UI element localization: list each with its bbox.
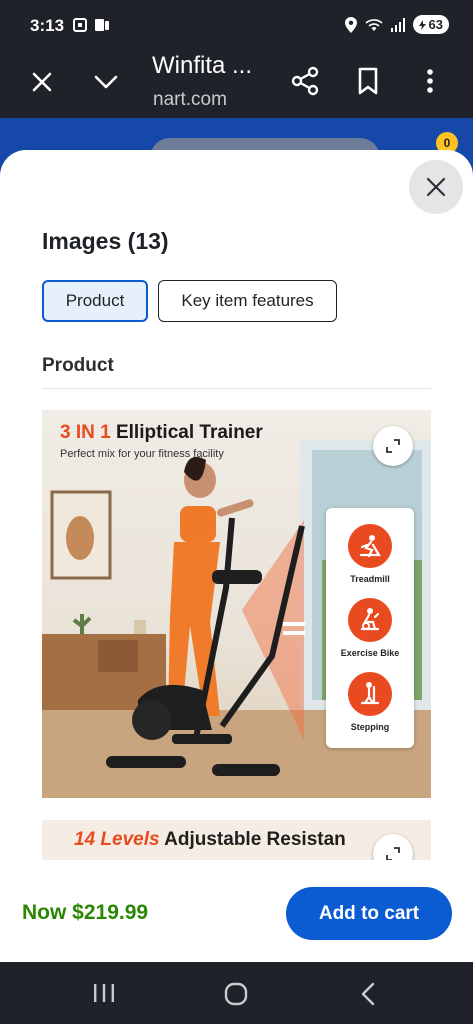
- image-subtitle: Perfect mix for your fitness facility: [60, 448, 224, 460]
- treadmill-icon: [348, 524, 392, 568]
- add-to-cart-button[interactable]: Add to cart: [286, 887, 452, 940]
- sheet-title: Images (13): [42, 228, 169, 254]
- page-title[interactable]: Winfita ...: [152, 52, 252, 80]
- back-icon[interactable]: [358, 981, 378, 1007]
- close-tab-icon[interactable]: [26, 66, 58, 98]
- system-nav-bar: [0, 962, 473, 1024]
- more-options-icon[interactable]: [418, 65, 442, 97]
- image-headline: 3 IN 1 Elliptical Trainer: [60, 422, 263, 443]
- image-2-headline: 14 Levels Adjustable Resistan: [74, 829, 346, 850]
- home-icon[interactable]: [224, 982, 248, 1006]
- exercise-bike-icon: [348, 598, 392, 642]
- close-icon: [426, 177, 446, 197]
- price: Now $219.99: [22, 901, 149, 924]
- chevron-down-icon[interactable]: [90, 66, 122, 98]
- bookmark-icon[interactable]: [354, 65, 382, 97]
- recent-apps-icon[interactable]: [92, 982, 116, 1004]
- expand-image-button[interactable]: [373, 426, 413, 466]
- tab-product[interactable]: Product: [42, 280, 148, 322]
- screenshot-icon: [73, 18, 87, 32]
- status-bar: 3:13 63: [0, 0, 473, 48]
- location-icon: [344, 16, 357, 33]
- section-divider: [42, 388, 431, 389]
- page-url[interactable]: nart.com: [153, 89, 227, 111]
- signal-icon: [390, 17, 405, 32]
- purchase-bar: Now $219.99 Add to cart: [0, 860, 473, 962]
- tab-key-item-features[interactable]: Key item features: [158, 280, 337, 322]
- product-image[interactable]: 3 IN 1 Elliptical Trainer Perfect mix fo…: [42, 410, 431, 798]
- share-icon[interactable]: [290, 65, 320, 97]
- feature-treadmill: Treadmill: [326, 524, 414, 584]
- expand-icon: [386, 439, 400, 453]
- close-sheet-button[interactable]: [409, 160, 463, 214]
- feature-card: Treadmill Exercise Bike Stepping: [326, 508, 414, 748]
- section-title: Product: [42, 355, 114, 376]
- battery-level: 63: [428, 17, 443, 32]
- wifi-icon: [364, 18, 383, 31]
- battery-icon: 63: [412, 15, 449, 34]
- status-time: 3:13: [30, 16, 65, 35]
- images-sheet: Images (13) Product Key item features Pr…: [0, 150, 473, 962]
- feature-stepping: Stepping: [326, 672, 414, 732]
- phone-link-icon: [95, 19, 109, 31]
- browser-toolbar: Winfita ... nart.com: [0, 48, 473, 118]
- stepping-icon: [348, 672, 392, 716]
- feature-exercise-bike: Exercise Bike: [326, 598, 414, 658]
